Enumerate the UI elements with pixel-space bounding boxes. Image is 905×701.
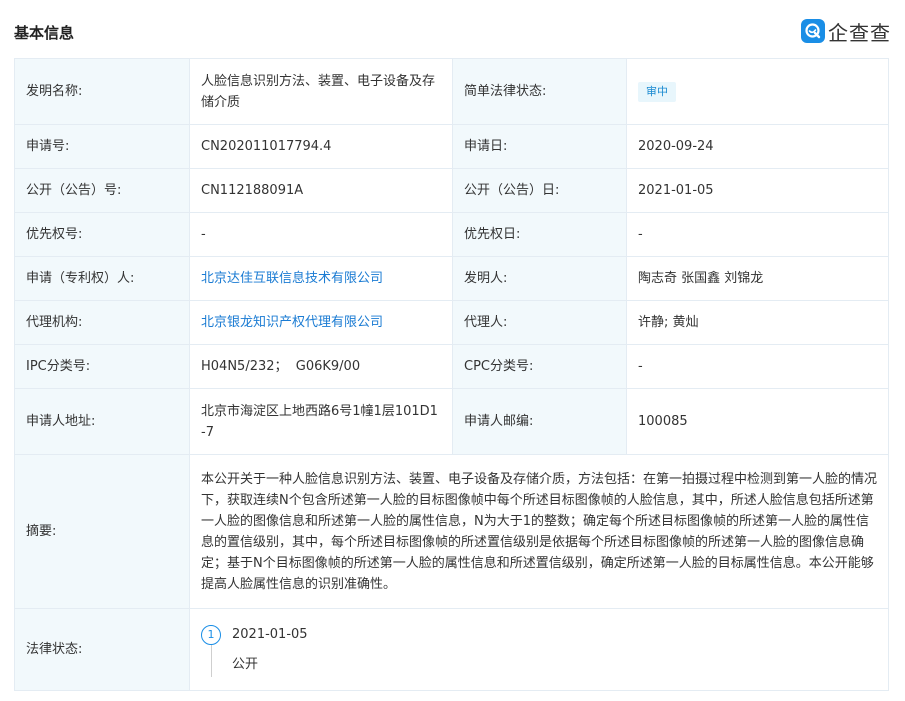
address-label: 申请人地址: <box>14 388 190 455</box>
postcode-label: 申请人邮编: <box>452 388 627 455</box>
table-row: IPC分类号: H04N5/232； G06K9/00 CPC分类号: - <box>14 344 889 389</box>
timeline-connector <box>211 644 212 677</box>
ipc-label: IPC分类号: <box>14 344 190 389</box>
table-row: 申请（专利权）人: 北京达佳互联信息技术有限公司 发明人: 陶志奇 张国鑫 刘锦… <box>14 256 889 301</box>
legal-status-label: 法律状态: <box>14 608 190 691</box>
brand-logo[interactable]: 企查查 <box>801 18 891 45</box>
table-row: 摘要: 本公开关于一种人脸信息识别方法、装置、电子设备及存储介质，方法包括：在第… <box>14 454 889 609</box>
publication-no-value: CN112188091A <box>189 168 453 213</box>
ipc-value: H04N5/232； G06K9/00 <box>189 344 453 389</box>
address-value: 北京市海淀区上地西路6号1幢1层101D1-7 <box>189 388 453 455</box>
legal-status-simple-label: 简单法律状态: <box>452 58 627 125</box>
inventor-label: 发明人: <box>452 256 627 301</box>
timeline-status: 公开 <box>232 656 259 672</box>
application-date-value: 2020-09-24 <box>626 124 889 169</box>
table-row: 申请人地址: 北京市海淀区上地西路6号1幢1层101D1-7 申请人邮编: 10… <box>14 388 889 455</box>
legal-status-timeline: 1 2021-01-05 公开 <box>189 608 889 691</box>
applicant-label: 申请（专利权）人: <box>14 256 190 301</box>
section-header: 基本信息 企查查 <box>0 0 905 58</box>
qcc-logo-icon <box>801 19 825 43</box>
invention-name-label: 发明名称: <box>14 58 190 125</box>
table-row: 代理机构: 北京银龙知识产权代理有限公司 代理人: 许静; 黄灿 <box>14 300 889 345</box>
publication-date-label: 公开（公告）日: <box>452 168 627 213</box>
table-row: 公开（公告）号: CN112188091A 公开（公告）日: 2021-01-0… <box>14 168 889 213</box>
table-row: 优先权号: - 优先权日: - <box>14 212 889 257</box>
agency-cell: 北京银龙知识产权代理有限公司 <box>189 300 453 345</box>
application-no-label: 申请号: <box>14 124 190 169</box>
publication-no-label: 公开（公告）号: <box>14 168 190 213</box>
publication-date-value: 2021-01-05 <box>626 168 889 213</box>
agency-label: 代理机构: <box>14 300 190 345</box>
priority-no-label: 优先权号: <box>14 212 190 257</box>
abstract-label: 摘要: <box>14 454 190 609</box>
legal-status-simple-cell: 审中 <box>626 58 889 125</box>
timeline-item: 1 2021-01-05 公开 <box>201 615 877 685</box>
postcode-value: 100085 <box>626 388 889 455</box>
priority-date-value: - <box>626 212 889 257</box>
agent-label: 代理人: <box>452 300 627 345</box>
applicant-cell: 北京达佳互联信息技术有限公司 <box>189 256 453 301</box>
agent-value: 许静; 黄灿 <box>626 300 889 345</box>
section-title: 基本信息 <box>14 24 75 42</box>
applicant-link[interactable]: 北京达佳互联信息技术有限公司 <box>201 271 383 286</box>
timeline-step-marker: 1 <box>201 624 221 645</box>
abstract-value: 本公开关于一种人脸信息识别方法、装置、电子设备及存储介质，方法包括：在第一拍摄过… <box>189 454 889 609</box>
brand-name: 企查查 <box>828 20 891 45</box>
agency-link[interactable]: 北京银龙知识产权代理有限公司 <box>201 315 383 330</box>
application-date-label: 申请日: <box>452 124 627 169</box>
cpc-value: - <box>626 344 889 389</box>
priority-date-label: 优先权日: <box>452 212 627 257</box>
table-row: 申请号: CN202011017794.4 申请日: 2020-09-24 <box>14 124 889 169</box>
cpc-label: CPC分类号: <box>452 344 627 389</box>
invention-name-value: 人脸信息识别方法、装置、电子设备及存储介质 <box>189 58 453 125</box>
inventor-value: 陶志奇 张国鑫 刘锦龙 <box>626 256 889 301</box>
patent-info-table: 发明名称: 人脸信息识别方法、装置、电子设备及存储介质 简单法律状态: 审中 申… <box>14 58 889 691</box>
status-badge: 审中 <box>638 82 676 102</box>
priority-no-value: - <box>189 212 453 257</box>
timeline-date: 2021-01-05 <box>232 626 308 642</box>
application-no-value: CN202011017794.4 <box>189 124 453 169</box>
table-row: 发明名称: 人脸信息识别方法、装置、电子设备及存储介质 简单法律状态: 审中 <box>14 58 889 125</box>
table-row: 法律状态: 1 2021-01-05 公开 <box>14 608 889 691</box>
